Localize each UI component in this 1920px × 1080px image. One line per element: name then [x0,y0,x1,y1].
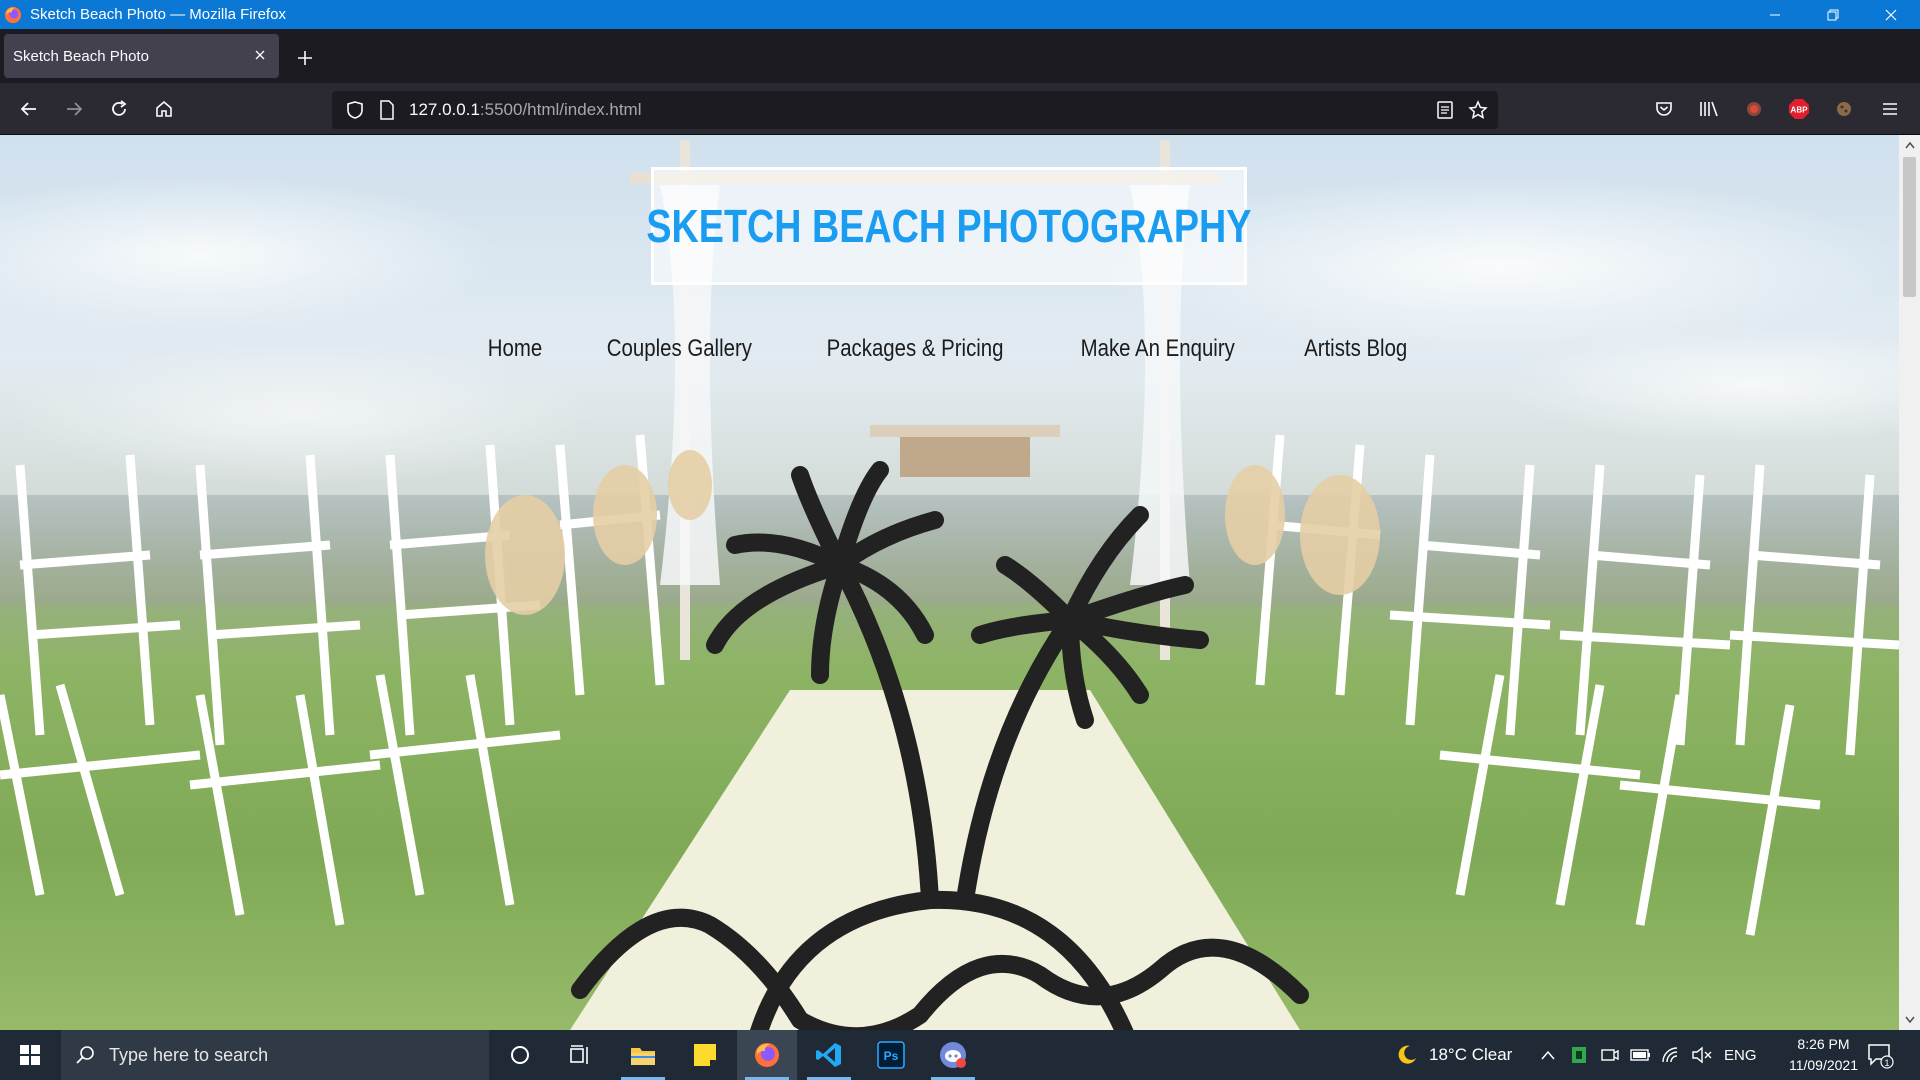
page-viewport: SKETCH BEACH PHOTOGRAPHY Home Couples Ga… [0,135,1899,1030]
palm-island-illustration [571,461,1309,1030]
meet-now-icon[interactable] [1600,1030,1620,1080]
taskbar-search-box[interactable]: Type here to search [61,1030,489,1080]
tab-sketch-beach-photo[interactable]: Sketch Beach Photo [4,34,279,78]
wifi-icon[interactable] [1661,1030,1681,1080]
scroll-up-icon[interactable] [1899,135,1920,155]
menu-hamburger-icon[interactable] [1873,92,1907,126]
svg-text:ABP: ABP [1791,106,1809,115]
cortana-icon[interactable] [490,1030,550,1080]
reload-icon[interactable] [102,92,136,126]
photoshop-icon[interactable]: Ps [861,1030,921,1080]
window-title: Sketch Beach Photo — Mozilla Firefox [30,6,286,23]
system-clock[interactable]: 8:26 PM 11/09/2021 [1789,1034,1858,1076]
url-text: 127.0.0.1:5500/html/index.html [409,100,642,119]
tab-label: Sketch Beach Photo [13,47,149,65]
library-icon[interactable] [1692,92,1726,126]
taskbar-search-placeholder: Type here to search [109,1044,269,1065]
svg-text:Ps: Ps [884,1049,899,1063]
windows-taskbar: Type here to search Ps 18°C Clear ENG 8:… [0,1030,1920,1080]
tab-close-icon[interactable] [251,46,269,64]
nav-link-make-an-enquiry[interactable]: Make An Enquiry [1080,335,1234,363]
restore-icon[interactable] [1804,0,1862,29]
clock-date: 11/09/2021 [1788,1057,1858,1073]
firefox-taskbar-icon[interactable] [737,1030,797,1080]
forward-icon[interactable] [57,92,91,126]
nav-toolbar: 127.0.0.1:5500/html/index.html ABP [0,83,1920,135]
battery-icon[interactable] [1630,1030,1652,1080]
volume-muted-icon[interactable] [1691,1030,1713,1080]
back-icon[interactable] [12,92,46,126]
shield-icon[interactable] [342,97,368,123]
sticky-notes-icon[interactable] [675,1030,735,1080]
site-logo-text: SKETCH BEACH PHOTOGRAPHY [646,200,1252,252]
notifications-icon[interactable]: 1 [1866,1030,1894,1080]
minimize-icon[interactable] [1746,0,1804,29]
window-titlebar: Sketch Beach Photo — Mozilla Firefox [0,0,1920,29]
nav-link-couples-gallery[interactable]: Couples Gallery [606,335,751,363]
clock-time: 8:26 PM [1797,1036,1850,1052]
scroll-down-icon[interactable] [1899,1010,1920,1030]
file-explorer-icon[interactable] [613,1030,673,1080]
notification-count: 1 [1884,1058,1889,1068]
page-scrollbar[interactable] [1899,135,1920,1030]
reader-view-icon[interactable] [1432,97,1458,123]
site-nav: Home Couples Gallery Packages & Pricing … [0,335,1899,363]
site-logo[interactable]: SKETCH BEACH PHOTOGRAPHY [647,167,1251,285]
nav-link-artists-blog[interactable]: Artists Blog [1304,335,1407,363]
firefox-icon [4,6,22,23]
language-indicator[interactable]: ENG [1724,1030,1757,1080]
nav-link-packages-pricing[interactable]: Packages & Pricing [827,335,1004,363]
close-icon[interactable] [1862,0,1920,29]
nav-link-home[interactable]: Home [487,335,541,363]
tray-app-icon[interactable] [1570,1030,1588,1080]
adblock-plus-icon[interactable]: ABP [1782,92,1816,126]
discord-icon[interactable] [923,1030,983,1080]
bookmark-star-icon[interactable] [1465,97,1491,123]
extension-ladybug-icon[interactable] [1737,92,1771,126]
task-view-icon[interactable] [550,1030,610,1080]
vscode-icon[interactable] [799,1030,859,1080]
weather-text: 18°C Clear [1429,1045,1513,1064]
show-hidden-icons-icon[interactable] [1540,1030,1556,1080]
extension-cookie-icon[interactable] [1827,92,1861,126]
scrollbar-thumb[interactable] [1903,157,1916,297]
tab-strip: Sketch Beach Photo [0,29,1920,83]
windows-start-icon[interactable] [0,1030,60,1080]
url-bar[interactable]: 127.0.0.1:5500/html/index.html [332,91,1498,129]
page-info-icon[interactable] [374,97,400,123]
window-controls [1746,0,1920,29]
home-icon[interactable] [147,92,181,126]
new-tab-icon[interactable] [290,43,320,73]
pocket-icon[interactable] [1647,92,1681,126]
moon-icon [1398,1045,1416,1064]
search-icon [76,1046,94,1064]
weather-widget[interactable]: 18°C Clear [1395,1030,1512,1080]
